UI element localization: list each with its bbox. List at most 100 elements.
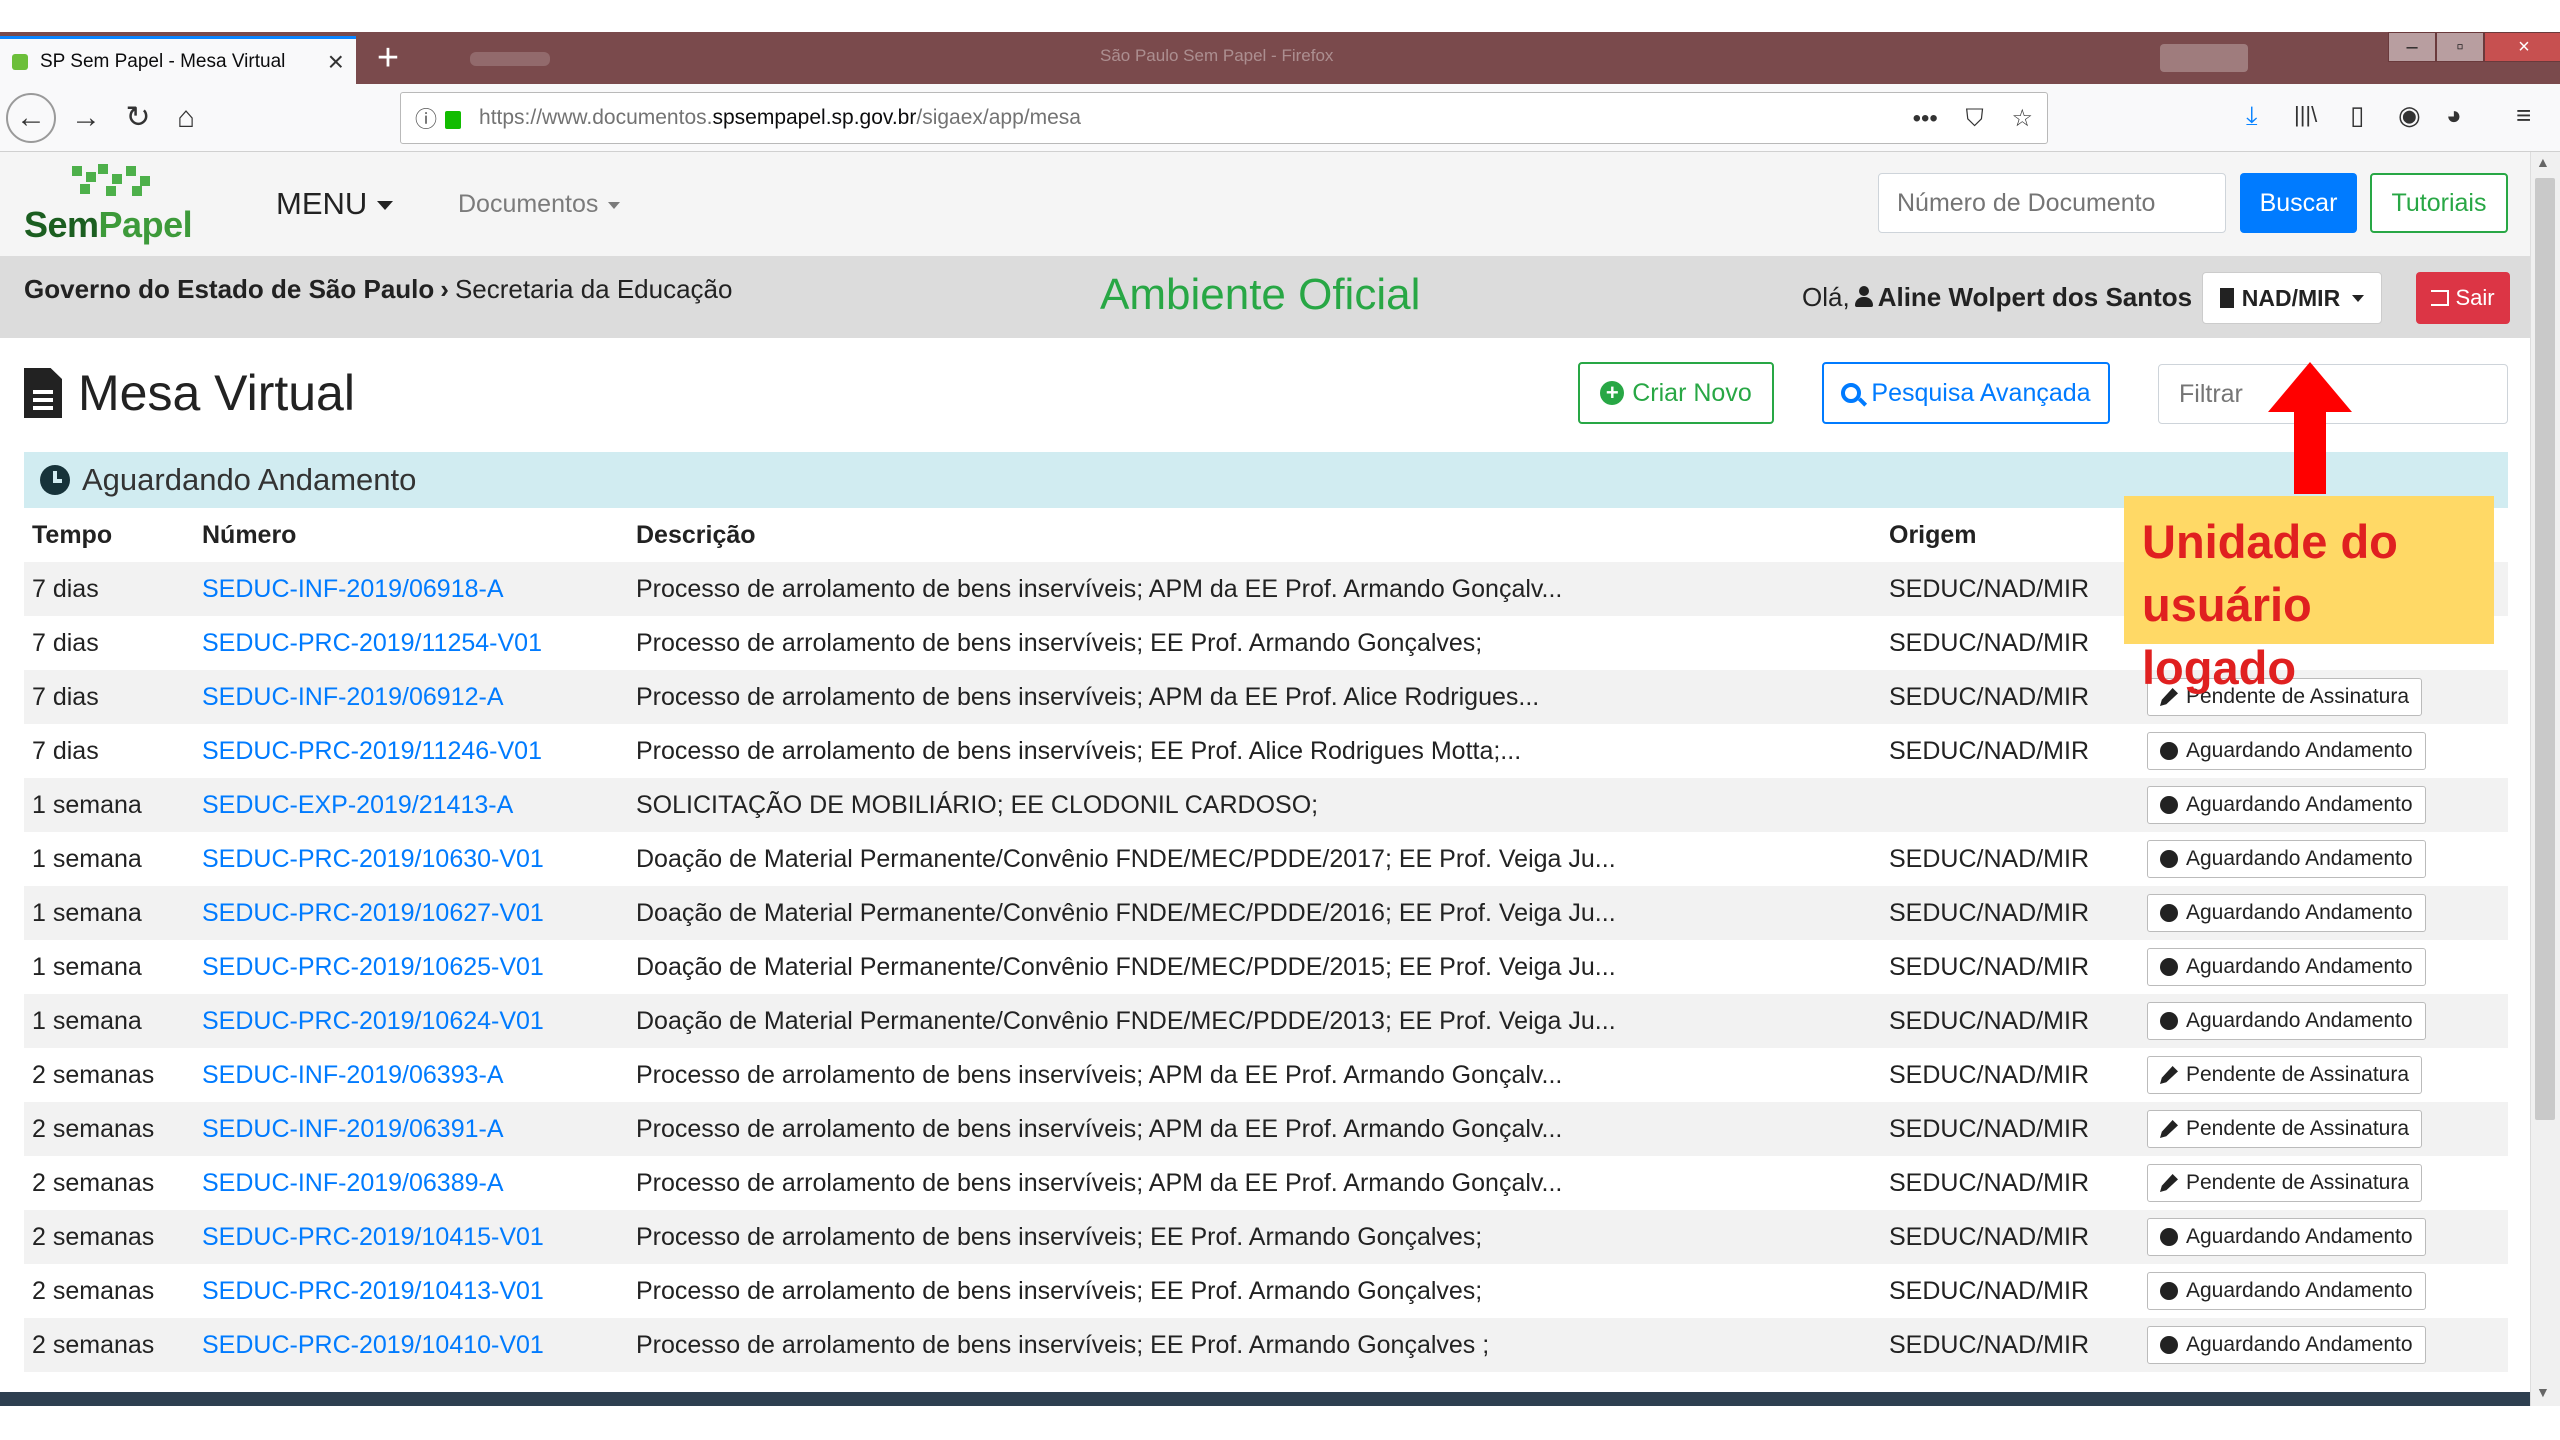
document-number-link[interactable]: SEDUC-PRC-2019/10410-V01	[194, 1318, 628, 1372]
status-label: Aguardando Andamento	[2186, 1225, 2413, 1248]
document-number-link[interactable]: SEDUC-PRC-2019/10415-V01	[194, 1210, 628, 1264]
column-header-origin[interactable]: Origem	[1881, 508, 2139, 562]
document-number-link[interactable]: SEDUC-PRC-2019/10627-V01	[194, 886, 628, 940]
document-number-link[interactable]: SEDUC-INF-2019/06912-A	[194, 670, 628, 724]
tutorials-button[interactable]: Tutoriais	[2370, 173, 2508, 233]
row-description: Processo de arrolamento de bens inservív…	[628, 562, 1881, 616]
table-row[interactable]: 1 semana SEDUC-PRC-2019/10624-V01 Doação d…	[24, 994, 2508, 1048]
browser-tab[interactable]: SP Sem Papel - Mesa Virtual ×	[0, 36, 356, 84]
table-row[interactable]: 1 semana SEDUC-PRC-2019/10625-V01 Doação d…	[24, 940, 2508, 994]
document-number-link[interactable]: SEDUC-PRC-2019/11254-V01	[194, 616, 628, 670]
column-header-number[interactable]: Número	[194, 508, 628, 562]
row-description: Processo de arrolamento de bens inservív…	[636, 1168, 1563, 1197]
callout-annotation: Unidade do usuário logado	[2124, 496, 2494, 694]
row-time: 1 semana	[24, 994, 194, 1048]
info-icon[interactable]: ⓘ	[415, 102, 437, 134]
table-row[interactable]: 2 semanas SEDUC-PRC-2019/10415-V01 Process…	[24, 1210, 2508, 1264]
back-arrow-icon[interactable]: ←	[6, 93, 56, 143]
documents-dropdown[interactable]: Documentos	[458, 190, 621, 219]
status-badge[interactable]: Aguardando Andamento	[2147, 786, 2426, 824]
document-number-link[interactable]: SEDUC-PRC-2019/10625-V01	[194, 940, 628, 994]
status-badge[interactable]: Aguardando Andamento	[2147, 894, 2426, 932]
search-button[interactable]: Buscar	[2240, 173, 2357, 233]
plus-circle-icon: +	[1600, 381, 1625, 405]
page-actions-icon[interactable]: •••	[1913, 105, 1938, 132]
status-badge[interactable]: Pendente de Assinatura	[2147, 1164, 2423, 1202]
row-time: 7 dias	[32, 736, 99, 765]
reload-icon[interactable]: ↻	[112, 92, 164, 144]
status-badge[interactable]: Pendente de Assinatura	[2147, 1110, 2423, 1148]
hamburger-menu-icon[interactable]: ≡	[2516, 100, 2531, 131]
context-bar: Governo do Estado de São Paulo › Secretari…	[0, 256, 2530, 338]
document-number-link[interactable]: SEDUC-INF-2019/06389-A	[194, 1156, 628, 1210]
table-row[interactable]: 2 semanas SEDUC-INF-2019/06391-A Processo …	[24, 1102, 2508, 1156]
table-row[interactable]: 2 semanas SEDUC-INF-2019/06393-A Processo …	[24, 1048, 2508, 1102]
tab-close-icon[interactable]: ×	[328, 47, 344, 76]
status-badge[interactable]: Aguardando Andamento	[2147, 948, 2426, 986]
document-number-link[interactable]: SEDUC-INF-2019/06918-A	[194, 562, 628, 616]
address-bar[interactable]: ⓘ https://www.documentos.spsempapel.sp.g…	[400, 92, 2048, 144]
row-status: Aguardando Andamento	[2139, 886, 2508, 940]
scroll-up-icon[interactable]: ▲	[2536, 154, 2550, 170]
table-row[interactable]: 1 semana SEDUC-EXP-2019/21413-A SOLICITAÇÃ…	[24, 778, 2508, 832]
row-origin: SEDUC/NAD/MIR	[1889, 1060, 2090, 1089]
download-icon[interactable]: ⤓	[2246, 100, 2258, 132]
url-text[interactable]: https://www.documentos.spsempapel.sp.gov…	[479, 106, 1891, 130]
clock-icon	[40, 465, 70, 495]
user-unit-dropdown[interactable]: NAD/MIR	[2202, 272, 2382, 324]
logout-button[interactable]: Sair	[2416, 272, 2510, 324]
clock-icon	[2160, 742, 2178, 760]
row-time: 2 semanas	[24, 1210, 194, 1264]
status-badge[interactable]: Aguardando Andamento	[2147, 1326, 2426, 1364]
bookmark-star-icon[interactable]: ☆	[2011, 105, 2033, 132]
status-badge[interactable]: Pendente de Assinatura	[2147, 1056, 2423, 1094]
table-row[interactable]: 2 semanas SEDUC-PRC-2019/10413-V01 Process…	[24, 1264, 2508, 1318]
column-header-time[interactable]: Tempo	[24, 508, 194, 562]
clock-icon	[2160, 1336, 2178, 1354]
row-status: Aguardando Andamento	[2139, 724, 2508, 778]
maximize-icon[interactable]: ▫	[2436, 32, 2484, 62]
titlebar-blurred-area	[470, 52, 550, 66]
home-icon[interactable]: ⌂	[160, 92, 212, 144]
table-row[interactable]: 1 semana SEDUC-PRC-2019/10627-V01 Doação d…	[24, 886, 2508, 940]
table-row[interactable]: 2 semanas SEDUC-INF-2019/06389-A Processo …	[24, 1156, 2508, 1210]
account-icon[interactable]: ◉	[2398, 100, 2421, 131]
main-menu-dropdown[interactable]: MENU	[276, 186, 394, 222]
scrollbar-thumb[interactable]	[2535, 178, 2555, 1120]
status-badge[interactable]: Aguardando Andamento	[2147, 732, 2426, 770]
extension-icon[interactable]: ◕	[2446, 100, 2462, 131]
document-number-input[interactable]	[1878, 173, 2226, 233]
window-close-icon[interactable]: ×	[2484, 32, 2560, 62]
row-description: Processo de arrolamento de bens inservív…	[628, 1210, 1881, 1264]
lock-icon[interactable]	[445, 111, 462, 129]
status-badge[interactable]: Aguardando Andamento	[2147, 1272, 2426, 1310]
document-number-link[interactable]: SEDUC-PRC-2019/10624-V01	[194, 994, 628, 1048]
document-number-link[interactable]: SEDUC-PRC-2019/10630-V01	[194, 832, 628, 886]
status-badge[interactable]: Aguardando Andamento	[2147, 1002, 2426, 1040]
row-time: 2 semanas	[32, 1060, 155, 1089]
pocket-icon[interactable]: ⛉	[1966, 105, 1984, 132]
document-number-link[interactable]: SEDUC-INF-2019/06393-A	[194, 1048, 628, 1102]
row-description: Processo de arrolamento de bens inservív…	[628, 670, 1881, 724]
column-header-description[interactable]: Descrição	[628, 508, 1881, 562]
minimize-icon[interactable]: –	[2388, 32, 2436, 62]
table-row[interactable]: 7 dias SEDUC-INF-2019/06912-A Processo de …	[24, 670, 2508, 724]
sempapel-logo[interactable]: SemPapel	[24, 160, 204, 252]
document-number-link[interactable]: SEDUC-EXP-2019/21413-A	[194, 778, 628, 832]
forward-arrow-icon[interactable]: →	[60, 92, 112, 144]
document-number-link[interactable]: SEDUC-PRC-2019/11246-V01	[194, 724, 628, 778]
advanced-search-button[interactable]: Pesquisa Avançada	[1822, 362, 2110, 424]
create-new-button[interactable]: + Criar Novo	[1578, 362, 1774, 424]
table-row[interactable]: 7 dias SEDUC-PRC-2019/11246-V01 Processo d…	[24, 724, 2508, 778]
document-number-link[interactable]: SEDUC-INF-2019/06391-A	[194, 1102, 628, 1156]
document-number-link[interactable]: SEDUC-PRC-2019/10413-V01	[194, 1264, 628, 1318]
library-icon[interactable]: |||\	[2294, 102, 2317, 128]
status-badge[interactable]: Aguardando Andamento	[2147, 840, 2426, 878]
table-row[interactable]: 2 semanas SEDUC-PRC-2019/10410-V01 Process…	[24, 1318, 2508, 1372]
new-tab-button[interactable]: +	[366, 36, 410, 80]
sidebar-icon[interactable]: ▯	[2350, 100, 2364, 131]
scroll-down-icon[interactable]: ▼	[2536, 1384, 2550, 1400]
status-badge[interactable]: Aguardando Andamento	[2147, 1218, 2426, 1256]
row-description: Doação de Material Permanente/Convênio F…	[636, 844, 1616, 873]
table-row[interactable]: 1 semana SEDUC-PRC-2019/10630-V01 Doação d…	[24, 832, 2508, 886]
